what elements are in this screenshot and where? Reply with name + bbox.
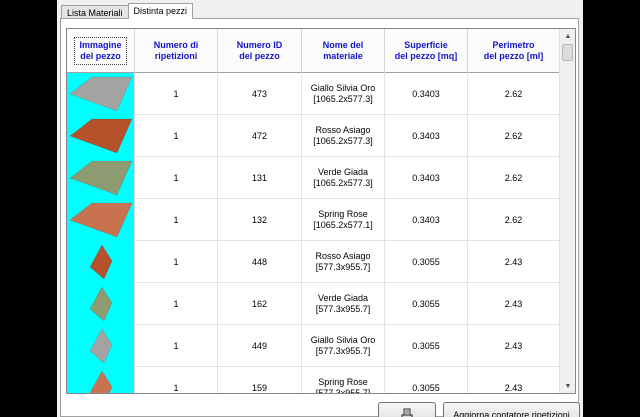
- piece-image[interactable]: [67, 115, 135, 157]
- tab-panel: Immagine del pezzo Numero di ripetizioni…: [60, 18, 580, 417]
- perimeter-cell[interactable]: 2.43: [468, 241, 560, 283]
- perimeter-cell[interactable]: 2.43: [468, 367, 560, 393]
- piece-image[interactable]: [67, 283, 135, 325]
- material-size: [1065.2x577.1]: [313, 220, 373, 230]
- area-cell[interactable]: 0.3055: [385, 241, 468, 283]
- vertical-scrollbar[interactable]: ▲ ▼: [559, 29, 575, 393]
- piece-image[interactable]: [67, 73, 135, 115]
- material-size: [1065.2x577.3]: [313, 178, 373, 188]
- area-cell[interactable]: 0.3055: [385, 325, 468, 367]
- area-cell[interactable]: 0.3403: [385, 73, 468, 115]
- repetitions-cell[interactable]: 1: [135, 157, 218, 199]
- perimeter-cell[interactable]: 2.43: [468, 325, 560, 367]
- perimeter-cell[interactable]: 2.62: [468, 157, 560, 199]
- repetitions-cell[interactable]: 1: [135, 241, 218, 283]
- piece-id-cell[interactable]: 472: [218, 115, 302, 157]
- perimeter-cell[interactable]: 2.62: [468, 115, 560, 157]
- material-cell[interactable]: Rosso Asiago [1065.2x577.3]: [302, 115, 385, 157]
- table-header: Immagine del pezzo Numero di ripetizioni…: [67, 29, 560, 73]
- piece-image[interactable]: [67, 241, 135, 283]
- repetitions-cell[interactable]: 1: [135, 73, 218, 115]
- material-size: [577.3x955.7]: [315, 304, 371, 314]
- material-size: [1065.2x577.3]: [313, 136, 373, 146]
- material-name: Giallo Silvia Oro: [310, 83, 376, 93]
- table-row[interactable]: 1 448 Rosso Asiago [577.3x955.7] 0.3055 2.43: [67, 241, 560, 283]
- column-header-area[interactable]: Superficie del pezzo [mq]: [385, 29, 468, 73]
- scrollbar-thumb[interactable]: [562, 44, 573, 61]
- material-size: [1065.2x577.3]: [313, 94, 373, 104]
- perimeter-cell[interactable]: 2.62: [468, 73, 560, 115]
- repetitions-cell[interactable]: 1: [135, 199, 218, 241]
- tab-lista-materiali[interactable]: Lista Materiali: [61, 5, 129, 19]
- material-cell[interactable]: Verde Giada [1065.2x577.3]: [302, 157, 385, 199]
- material-name: Rosso Asiago: [315, 251, 371, 261]
- piece-id-cell[interactable]: 132: [218, 199, 302, 241]
- material-cell[interactable]: Giallo Silvia Oro [1065.2x577.3]: [302, 73, 385, 115]
- repetitions-cell[interactable]: 1: [135, 367, 218, 393]
- column-header-material[interactable]: Nome del materiale: [302, 29, 385, 73]
- table-row[interactable]: 1 472 Rosso Asiago [1065.2x577.3] 0.3403 2.62: [67, 115, 560, 157]
- table-row[interactable]: 1 473 Giallo Silvia Oro [1065.2x577.3] 0.340…: [67, 73, 560, 115]
- area-cell[interactable]: 0.3403: [385, 115, 468, 157]
- piece-id-cell[interactable]: 162: [218, 283, 302, 325]
- piece-id-cell[interactable]: 131: [218, 157, 302, 199]
- piece-id-cell[interactable]: 159: [218, 367, 302, 393]
- print-button[interactable]: [378, 402, 436, 417]
- column-header-repetitions[interactable]: Numero di ripetizioni: [135, 29, 218, 73]
- repetitions-cell[interactable]: 1: [135, 115, 218, 157]
- material-name: Giallo Silvia Oro: [310, 335, 376, 345]
- printer-icon: [401, 408, 413, 417]
- repetitions-cell[interactable]: 1: [135, 283, 218, 325]
- material-name: Verde Giada: [317, 167, 369, 177]
- scroll-up-arrow-icon[interactable]: ▲: [560, 29, 575, 43]
- material-name: Spring Rose: [318, 209, 368, 219]
- table-row[interactable]: 1 132 Spring Rose [1065.2x577.1] 0.3403 2.62: [67, 199, 560, 241]
- material-size: [577.3x955.7]: [315, 388, 371, 394]
- material-cell[interactable]: Giallo Silvia Oro [577.3x955.7]: [302, 325, 385, 367]
- application-window: Lista Materiali Distinta pezzi Immagine …: [57, 0, 583, 417]
- material-name: Spring Rose: [318, 377, 368, 387]
- table-row[interactable]: 1 449 Giallo Silvia Oro [577.3x955.7] 0.3055…: [67, 325, 560, 367]
- area-cell[interactable]: 0.3055: [385, 367, 468, 393]
- material-size: [577.3x955.7]: [315, 346, 371, 356]
- table-row[interactable]: 1 162 Verde Giada [577.3x955.7] 0.3055 2.43: [67, 283, 560, 325]
- column-header-id[interactable]: Numero ID del pezzo: [218, 29, 302, 73]
- material-size: [577.3x955.7]: [315, 262, 371, 272]
- piece-image[interactable]: [67, 199, 135, 241]
- column-header-perimeter[interactable]: Perimetro del pezzo [ml]: [468, 29, 560, 73]
- area-cell[interactable]: 0.3403: [385, 157, 468, 199]
- table-row[interactable]: 1 131 Verde Giada [1065.2x577.3] 0.3403 2.62: [67, 157, 560, 199]
- tab-bar: Lista Materiali Distinta pezzi: [61, 3, 194, 19]
- piece-image[interactable]: [67, 367, 135, 393]
- perimeter-cell[interactable]: 2.62: [468, 199, 560, 241]
- scroll-down-arrow-icon[interactable]: ▼: [560, 379, 575, 393]
- piece-image[interactable]: [67, 157, 135, 199]
- area-cell[interactable]: 0.3055: [385, 283, 468, 325]
- piece-image[interactable]: [67, 325, 135, 367]
- material-name: Rosso Asiago: [315, 125, 371, 135]
- update-repetitions-button[interactable]: Aggiorna contatore ripetizioni: [443, 402, 580, 417]
- column-header-image[interactable]: Immagine del pezzo: [67, 29, 135, 73]
- material-cell[interactable]: Spring Rose [1065.2x577.1]: [302, 199, 385, 241]
- piece-id-cell[interactable]: 473: [218, 73, 302, 115]
- piece-id-cell[interactable]: 448: [218, 241, 302, 283]
- tab-distinta-pezzi[interactable]: Distinta pezzi: [127, 3, 194, 19]
- perimeter-cell[interactable]: 2.43: [468, 283, 560, 325]
- table-row[interactable]: 1 159 Spring Rose [577.3x955.7] 0.3055 2.43: [67, 367, 560, 394]
- material-cell[interactable]: Verde Giada [577.3x955.7]: [302, 283, 385, 325]
- pieces-table: Immagine del pezzo Numero di ripetizioni…: [66, 28, 576, 394]
- material-name: Verde Giada: [317, 293, 369, 303]
- table-body: 1 473 Giallo Silvia Oro [1065.2x577.3] 0.340…: [67, 73, 560, 394]
- piece-id-cell[interactable]: 449: [218, 325, 302, 367]
- area-cell[interactable]: 0.3403: [385, 199, 468, 241]
- material-cell[interactable]: Rosso Asiago [577.3x955.7]: [302, 241, 385, 283]
- repetitions-cell[interactable]: 1: [135, 325, 218, 367]
- column-header-image-label: Immagine del pezzo: [74, 37, 127, 65]
- material-cell[interactable]: Spring Rose [577.3x955.7]: [302, 367, 385, 394]
